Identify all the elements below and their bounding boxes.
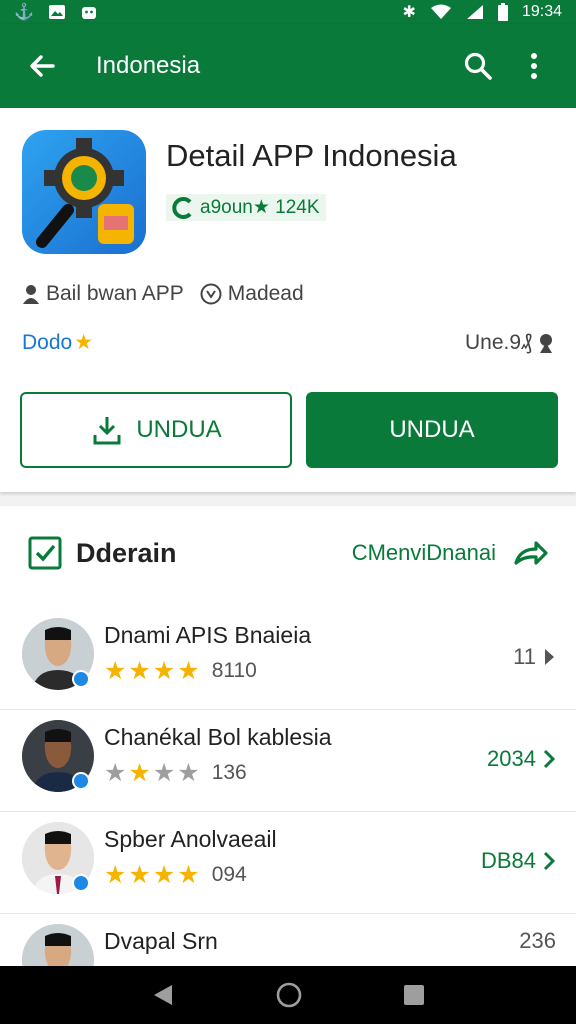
person-icon bbox=[540, 333, 552, 353]
reviews-title: Dderain bbox=[76, 537, 177, 568]
back-triangle-icon[interactable] bbox=[150, 982, 176, 1008]
app-icon bbox=[22, 130, 146, 254]
arrow-left-icon bbox=[30, 55, 55, 77]
download-outline-label: UNDUA bbox=[136, 416, 222, 443]
download-label: UNDUA bbox=[389, 416, 475, 443]
star-icon: ★ bbox=[152, 657, 176, 685]
chevron-right-icon bbox=[543, 851, 556, 871]
star-icon: ★ bbox=[74, 331, 94, 354]
share-arrow-icon bbox=[514, 541, 548, 565]
chevron-right-icon bbox=[543, 749, 556, 769]
shield-icon bbox=[200, 283, 222, 305]
review-row[interactable]: Spber Anolvaeail ★ ★ ★ ★ 094 DB84 bbox=[0, 812, 576, 914]
rating-count: 8110 bbox=[211, 659, 257, 682]
reviewer-name: Dvapal Srn bbox=[104, 928, 218, 954]
star-icon: ★ bbox=[177, 759, 200, 787]
reviewer-name: Chanékal Bol kablesia bbox=[104, 724, 332, 750]
app-rating-text: a9oun★ 124K bbox=[200, 197, 320, 218]
download-outline-button[interactable]: UNDUA bbox=[20, 392, 292, 468]
star-icon: ★ bbox=[128, 759, 151, 787]
more-vert-icon bbox=[531, 53, 537, 79]
star-rating: ★ ★ ★ ★ 8110 bbox=[104, 656, 257, 686]
anchor-icon: ⚓ bbox=[14, 4, 34, 21]
review-value-text: 236 bbox=[519, 928, 556, 953]
verified-badge-icon bbox=[72, 670, 90, 688]
developer-link[interactable]: Dodo ★ bbox=[22, 330, 93, 355]
star-icon: ★ bbox=[104, 759, 127, 787]
meta-developer-label: Bail bwan APP bbox=[46, 282, 184, 305]
download-button[interactable]: UNDUA bbox=[306, 392, 558, 468]
search-button[interactable] bbox=[456, 44, 500, 88]
review-row[interactable]: Dnami APIS Bnaieia ★ ★ ★ ★ 8110 11 bbox=[0, 608, 576, 710]
gear-magnifier-icon bbox=[36, 138, 134, 248]
review-value[interactable]: 2034 bbox=[487, 746, 556, 772]
star-rating: ★ ★ ★ ★ 136 bbox=[104, 758, 247, 788]
developer-name: Dodo bbox=[22, 330, 73, 354]
reviews-more-link[interactable]: CMenviDnanai bbox=[352, 539, 548, 567]
review-value-text: 11 bbox=[513, 644, 536, 669]
navigation-bar bbox=[0, 966, 576, 1024]
chevron-right-icon bbox=[545, 649, 554, 665]
person-icon bbox=[23, 285, 39, 304]
app-title: Detail APP Indonesia bbox=[166, 138, 457, 173]
verified-badge-icon bbox=[72, 874, 90, 892]
meta-rating-level: Madead bbox=[200, 282, 304, 306]
star-icon: ★ bbox=[128, 861, 151, 889]
wifi-icon bbox=[430, 4, 451, 19]
review-value-text: DB84 bbox=[480, 848, 536, 873]
star-rating: ★ ★ ★ ★ 094 bbox=[104, 860, 247, 890]
signal-icon bbox=[466, 5, 483, 19]
reviews-card: Dderain CMenviDnanai Dnami APIS Bnaieia … bbox=[0, 506, 576, 996]
image-icon bbox=[48, 5, 65, 19]
star-icon: ★ bbox=[128, 657, 151, 685]
checkbox-icon bbox=[28, 536, 62, 570]
star-icon: ★ bbox=[152, 759, 176, 787]
app-bar: Indonesia bbox=[0, 24, 576, 108]
star-icon: ★ bbox=[152, 861, 176, 889]
status-bar: ⚓ ✱ 19:34 bbox=[0, 0, 576, 24]
status-left-icons: ⚓ bbox=[14, 2, 98, 22]
more-options-button[interactable] bbox=[512, 44, 556, 88]
reviews-title-group: Dderain bbox=[28, 536, 177, 570]
status-time: 19:34 bbox=[521, 3, 562, 20]
download-icon bbox=[93, 417, 121, 445]
app-meta-row: Bail bwan APP Madead bbox=[22, 282, 304, 306]
app-rating-badge: a9oun★ 124K bbox=[166, 194, 326, 221]
review-value[interactable]: 11 bbox=[513, 644, 556, 670]
meta-developer: Bail bwan APP bbox=[22, 282, 184, 306]
star-icon: ★ bbox=[177, 657, 200, 685]
review-value-text: 2034 bbox=[487, 746, 536, 771]
version-text: Une.9₰ bbox=[465, 330, 532, 354]
status-right-icons: ✱ 19:34 bbox=[403, 2, 562, 22]
bluetooth-icon: ✱ bbox=[402, 4, 416, 21]
back-button[interactable] bbox=[20, 44, 64, 88]
verified-badge-icon bbox=[72, 772, 90, 790]
android-icon bbox=[81, 7, 96, 19]
reviewer-name: Dnami APIS Bnaieia bbox=[104, 622, 312, 648]
reviewer-name: Spber Anolvaeail bbox=[104, 826, 277, 852]
review-row[interactable]: Chanékal Bol kablesia ★ ★ ★ ★ 136 2034 bbox=[0, 710, 576, 812]
meta-rating-level-label: Madead bbox=[227, 282, 304, 305]
star-icon: ★ bbox=[177, 861, 200, 889]
reviews-link-label: CMenviDnanai bbox=[351, 540, 496, 565]
rating-count: 136 bbox=[211, 761, 247, 784]
app-bar-title: Indonesia bbox=[96, 52, 201, 79]
developer-row: Dodo ★ Une.9₰ bbox=[22, 330, 556, 355]
version-info: Une.9₰ bbox=[465, 330, 556, 355]
recents-square-icon[interactable] bbox=[402, 983, 426, 1007]
review-value[interactable]: 236 bbox=[519, 928, 556, 954]
battery-icon bbox=[497, 3, 508, 21]
app-detail-card: Detail APP Indonesia a9oun★ 124K Bail bw… bbox=[0, 108, 576, 492]
review-value[interactable]: DB84 bbox=[481, 848, 556, 874]
star-icon: ★ bbox=[104, 861, 127, 889]
rating-count: 094 bbox=[211, 863, 247, 886]
reviews-header: Dderain CMenviDnanai bbox=[28, 536, 548, 570]
rating-logo-icon bbox=[172, 196, 192, 219]
search-icon bbox=[464, 52, 492, 80]
home-circle-icon[interactable] bbox=[275, 981, 303, 1009]
star-icon: ★ bbox=[104, 657, 127, 685]
